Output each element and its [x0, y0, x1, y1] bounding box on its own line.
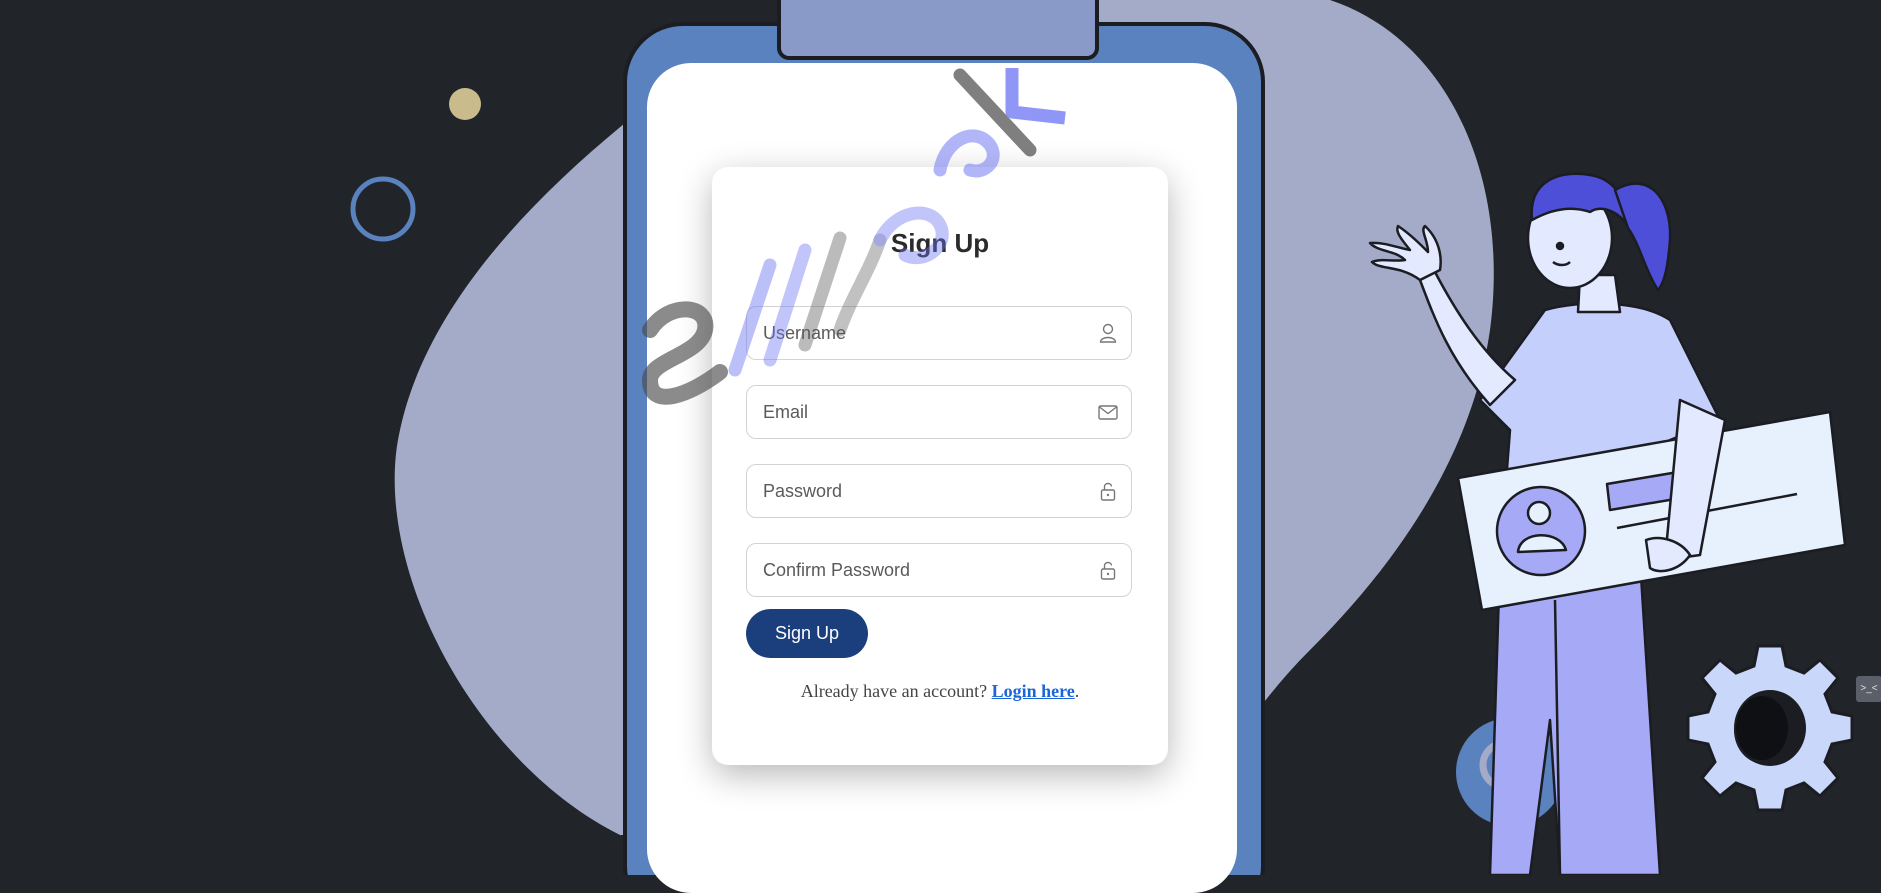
username-field[interactable] — [746, 306, 1132, 360]
confirm-password-input[interactable] — [763, 544, 1083, 596]
gear-illustration — [1686, 644, 1854, 812]
login-prompt: Already have an account? Login here. — [712, 681, 1168, 702]
login-suffix: . — [1074, 681, 1080, 701]
user-icon — [1099, 323, 1117, 343]
password-field[interactable] — [746, 464, 1132, 518]
mail-icon — [1098, 405, 1118, 420]
signup-title: Sign Up — [890, 228, 990, 258]
tooltip-icon[interactable]: >_< — [1856, 676, 1881, 702]
clipboard-clip — [777, 0, 1099, 60]
deco-blue-ring — [350, 176, 416, 242]
email-input[interactable] — [763, 386, 1083, 438]
login-link[interactable]: Login here — [992, 681, 1075, 701]
profile-card-avatar — [1495, 485, 1587, 577]
email-field[interactable] — [746, 385, 1132, 439]
confirm-password-field[interactable] — [746, 543, 1132, 597]
lock-icon — [1100, 482, 1116, 501]
password-input[interactable] — [763, 465, 1083, 517]
username-input[interactable] — [763, 307, 1083, 359]
lock-icon — [1100, 561, 1116, 580]
deco-gold-dot — [449, 88, 481, 120]
login-prompt-text: Already have an account? — [800, 681, 988, 701]
signup-button[interactable]: Sign Up — [746, 609, 868, 658]
